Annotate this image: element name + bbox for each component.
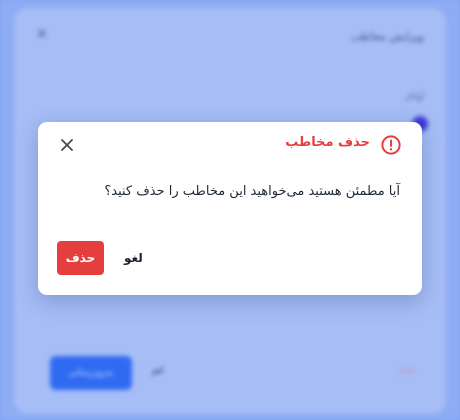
sheet-close-icon: × xyxy=(36,26,48,42)
dialog-message: آیا مطمئن هستید می‌خواهید این مخاطب را ح… xyxy=(104,184,400,199)
delete-button[interactable]: حذف xyxy=(57,241,104,275)
dialog-header: حذف مخاطب xyxy=(52,134,408,156)
update-button: به‌روزرسانی xyxy=(50,356,132,390)
warning-circle-icon xyxy=(380,134,402,156)
close-icon xyxy=(61,139,73,151)
sheet-cancel-button: لغو xyxy=(152,366,164,376)
delete-contact-dialog: حذف مخاطب آیا مطمئن هستید می‌خواهید این … xyxy=(38,122,422,295)
cancel-button[interactable]: لغو xyxy=(114,241,153,275)
sheet-title: ویرایش مخاطب xyxy=(350,30,424,43)
avatar-field-label: آواتار xyxy=(405,92,424,102)
sheet-delete-link: حذف xyxy=(396,366,416,376)
dialog-title: حذف مخاطب xyxy=(285,135,370,150)
close-button[interactable] xyxy=(56,134,78,156)
